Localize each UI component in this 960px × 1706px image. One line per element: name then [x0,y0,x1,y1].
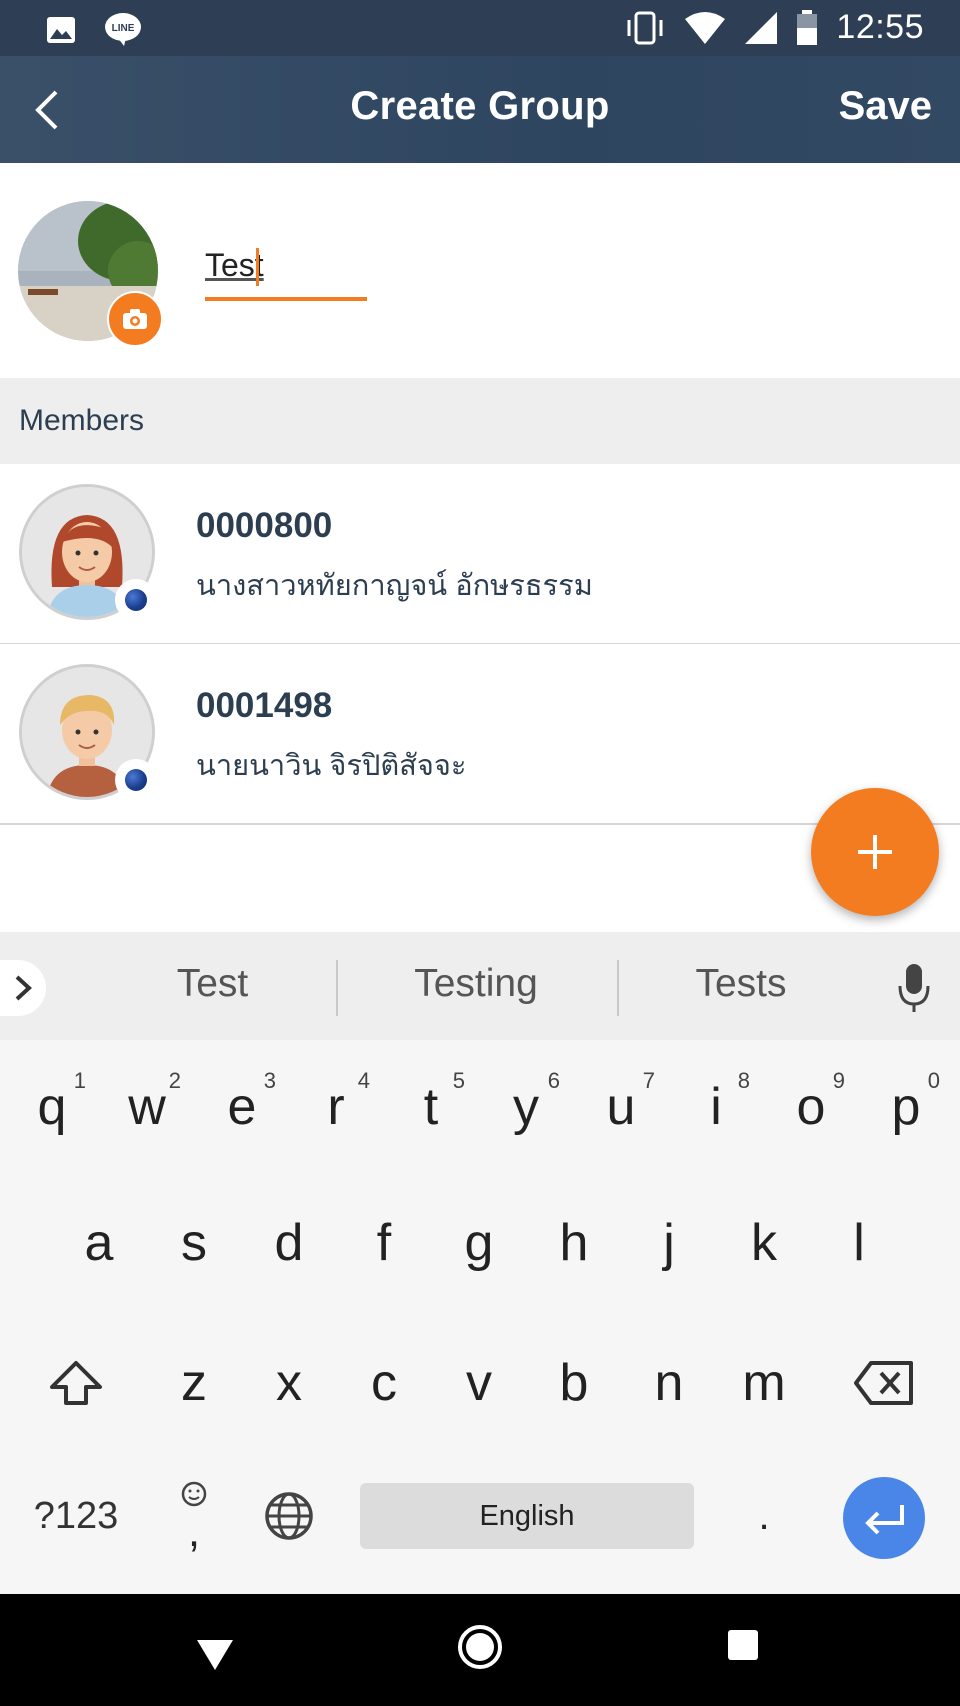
key-o[interactable]: o9 [763,1052,859,1162]
key-l[interactable]: l [811,1188,907,1298]
key-g[interactable]: g [431,1188,527,1298]
key-c[interactable]: c [336,1328,432,1438]
microphone-button[interactable] [896,960,932,1016]
expand-toolbar-button[interactable] [0,960,46,1016]
globe-icon [265,1492,313,1540]
key-i[interactable]: i8 [668,1052,764,1162]
key-j[interactable]: j [621,1188,717,1298]
nav-back-icon [197,1640,233,1670]
members-section-header: Members [0,378,960,464]
soft-keyboard: q1 w2 e3 r4 t5 y6 u7 i8 o9 p0 a s d f g … [0,1040,960,1594]
app-bar: Create Group Save [0,56,960,163]
members-label: Members [19,404,145,437]
divider [617,960,619,1016]
language-key[interactable] [241,1461,337,1571]
status-indicator [115,579,157,621]
member-name: นายนาวิน จิรปิติสัจจะ [196,750,467,782]
shift-icon [50,1361,102,1405]
key-y[interactable]: y6 [478,1052,574,1162]
key-x[interactable]: x [241,1328,337,1438]
key-a[interactable]: a [51,1188,147,1298]
key-s[interactable]: s [146,1188,242,1298]
page-title: Create Group [350,84,610,128]
clock: 12:55 [836,8,924,46]
enter-icon [865,1505,904,1535]
key-w[interactable]: w2 [99,1052,195,1162]
keyboard-suggestion-bar: Test Testing Tests [0,932,960,1040]
backspace-icon [854,1361,913,1405]
shift-key[interactable] [28,1328,124,1438]
group-name-field[interactable] [205,243,367,301]
home-icon [458,1625,502,1669]
key-p[interactable]: p0 [858,1052,954,1162]
vibrate-icon [627,11,663,44]
member-row[interactable]: 0001498 นายนาวิน จิรปิติสัจจะ [0,644,960,825]
plus-icon [858,835,892,869]
nav-recents-button[interactable] [726,1628,760,1662]
space-key[interactable]: English [360,1483,694,1549]
key-z[interactable]: z [146,1328,242,1438]
divider [336,960,338,1016]
member-name: นางสาวหทัยกาญจน์ อักษรธรรม [196,570,593,602]
signal-icon [745,11,778,44]
group-name-input[interactable] [205,243,365,287]
emoji-comma-key[interactable]: , [146,1461,242,1571]
key-b[interactable]: b [526,1328,622,1438]
text-cursor [256,248,259,286]
nav-back-button[interactable] [190,1624,240,1674]
input-underline [205,297,367,301]
suggestion-item[interactable]: Testing [378,962,574,1006]
battery-icon [797,9,818,45]
camera-icon [123,309,147,329]
key-u[interactable]: u7 [573,1052,669,1162]
member-row[interactable]: 0000800 นางสาวหทัยกาญจน์ อักษรธรรม [0,464,960,645]
suggestion-item[interactable]: Tests [652,962,830,1006]
chevron-right-icon [15,975,32,1001]
change-photo-button[interactable] [107,291,163,347]
microphone-icon [898,964,930,1012]
symbols-key[interactable]: ?123 [18,1461,134,1571]
system-navigation-bar [0,1594,960,1706]
key-h[interactable]: h [526,1188,622,1298]
svg-text:LINE: LINE [112,23,135,34]
member-id: 0000800 [196,506,333,545]
add-member-button[interactable] [811,788,939,916]
line-icon: LINE [105,13,141,46]
key-f[interactable]: f [336,1188,432,1298]
member-id: 0001498 [196,686,333,725]
key-t[interactable]: t5 [383,1052,479,1162]
key-m[interactable]: m [716,1328,812,1438]
period-key[interactable]: . [716,1461,812,1571]
comma-label: , [187,1507,201,1556]
key-k[interactable]: k [716,1188,812,1298]
enter-key[interactable] [843,1477,925,1559]
suggestion-item[interactable]: Test [110,962,315,1006]
wifi-icon [685,11,726,44]
key-n[interactable]: n [621,1328,717,1438]
nav-home-button[interactable] [455,1622,505,1672]
group-info-section [0,163,960,378]
backspace-key[interactable] [836,1328,932,1438]
key-v[interactable]: v [431,1328,527,1438]
key-r[interactable]: r4 [288,1052,384,1162]
status-indicator [115,759,157,801]
key-e[interactable]: e3 [194,1052,290,1162]
emoji-icon [181,1481,207,1507]
save-button[interactable]: Save [839,84,932,129]
recents-icon [728,1630,758,1660]
status-bar: LINE 12:55 [0,0,960,56]
key-q[interactable]: q1 [4,1052,100,1162]
image-icon [47,17,75,43]
key-d[interactable]: d [241,1188,337,1298]
